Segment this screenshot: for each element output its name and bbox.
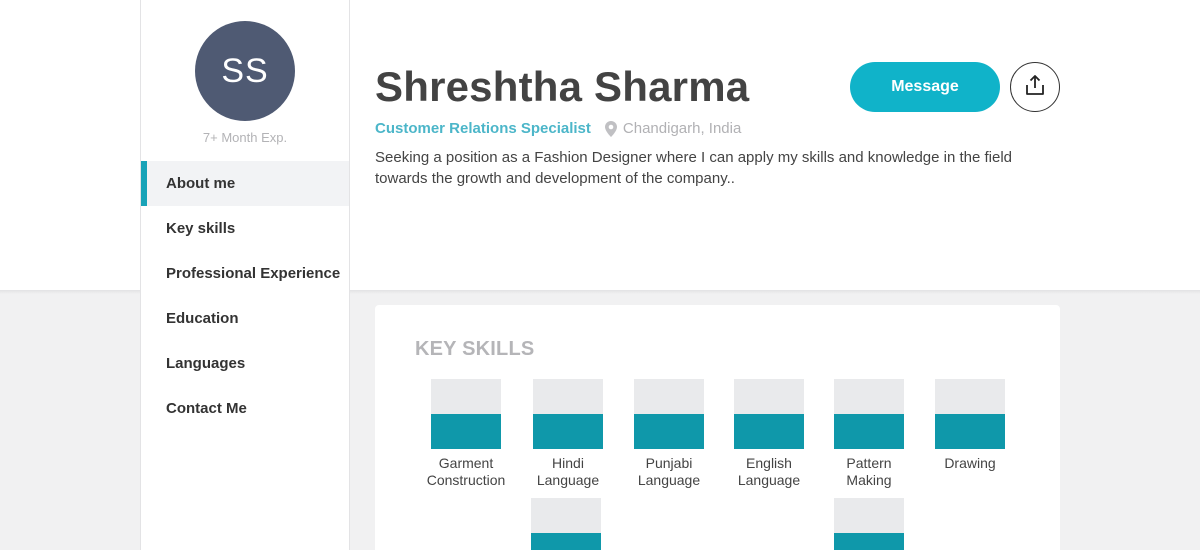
- sidebar-item-label: Education: [166, 310, 239, 327]
- share-button[interactable]: [1010, 62, 1060, 112]
- location-pin-icon: [604, 120, 617, 137]
- skill-item: English Language: [724, 379, 814, 489]
- skill-item: Punjabi Language: [624, 379, 714, 489]
- skill-label: Pattern Making: [846, 455, 892, 488]
- message-button[interactable]: Message: [850, 62, 1000, 112]
- sidebar-item-label: Contact Me: [166, 400, 247, 417]
- experience-label: 7+ Month Exp.: [202, 130, 288, 145]
- sidebar-nav: About me Key skills Professional Experie…: [141, 161, 349, 431]
- avatar: SS: [195, 21, 295, 121]
- skill-level-fill: [634, 414, 704, 449]
- sidebar-item-label: Languages: [166, 355, 246, 372]
- sidebar-item-label: About me: [166, 175, 236, 192]
- skill-level-bar: [834, 379, 904, 449]
- skill-level-fill: [834, 533, 904, 550]
- skill-level-bar: [935, 379, 1005, 449]
- skill-level-fill: [834, 414, 904, 449]
- sidebar-item-label: Key skills: [166, 220, 236, 237]
- skill-level-bar: [533, 379, 603, 449]
- skill-item: Hindi Language: [523, 379, 613, 489]
- sidebar-item-contact-me[interactable]: Contact Me: [141, 386, 349, 431]
- skill-level-bar: [431, 379, 501, 449]
- sidebar-item-key-skills[interactable]: Key skills: [141, 206, 349, 251]
- sidebar-item-education[interactable]: Education: [141, 296, 349, 341]
- sidebar-item-professional-experience[interactable]: Professional Experience: [141, 251, 349, 296]
- skill-item: Drawing: [925, 379, 1015, 472]
- skill-label: Hindi Language: [536, 455, 600, 488]
- skill-level-fill: [531, 533, 601, 550]
- sidebar-item-label: Professional Experience: [166, 265, 341, 282]
- skill-level-fill: [734, 414, 804, 449]
- sidebar-item-about-me[interactable]: About me: [141, 161, 349, 206]
- skill-label: Punjabi Language: [637, 455, 701, 488]
- skill-level-fill: [935, 414, 1005, 449]
- skill-level-fill: [533, 414, 603, 449]
- profile-subtitle-row: Customer Relations Specialist Chandigarh…: [375, 120, 741, 137]
- skill-label: Drawing: [944, 455, 996, 471]
- share-upload-icon: [1024, 74, 1046, 101]
- skill-level-bar: [634, 379, 704, 449]
- skill-level-fill: [431, 414, 501, 449]
- profile-name: Shreshtha Sharma: [375, 63, 750, 110]
- skill-level-bar: [834, 498, 904, 550]
- job-title: Customer Relations Specialist: [375, 120, 591, 137]
- skill-label: English Language: [737, 455, 801, 488]
- skill-level-bar: [734, 379, 804, 449]
- skill-item: Pattern Making: [824, 379, 914, 489]
- skill-item: Garment Construction: [421, 379, 511, 489]
- skill-item: [824, 498, 914, 550]
- profile-summary: Seeking a position as a Fashion Designer…: [375, 149, 1013, 187]
- key-skills-title: KEY SKILLS: [415, 338, 535, 360]
- profile-sidebar: SS 7+ Month Exp. About me Key skills Pro…: [140, 0, 350, 550]
- skill-label: Garment Construction: [426, 455, 506, 488]
- sidebar-item-languages[interactable]: Languages: [141, 341, 349, 386]
- location-label: Chandigarh, India: [622, 120, 742, 137]
- key-skills-card: KEY SKILLS Garment Construction Hindi La…: [375, 305, 1060, 550]
- skill-level-bar: [531, 498, 601, 550]
- skill-item: [521, 498, 611, 550]
